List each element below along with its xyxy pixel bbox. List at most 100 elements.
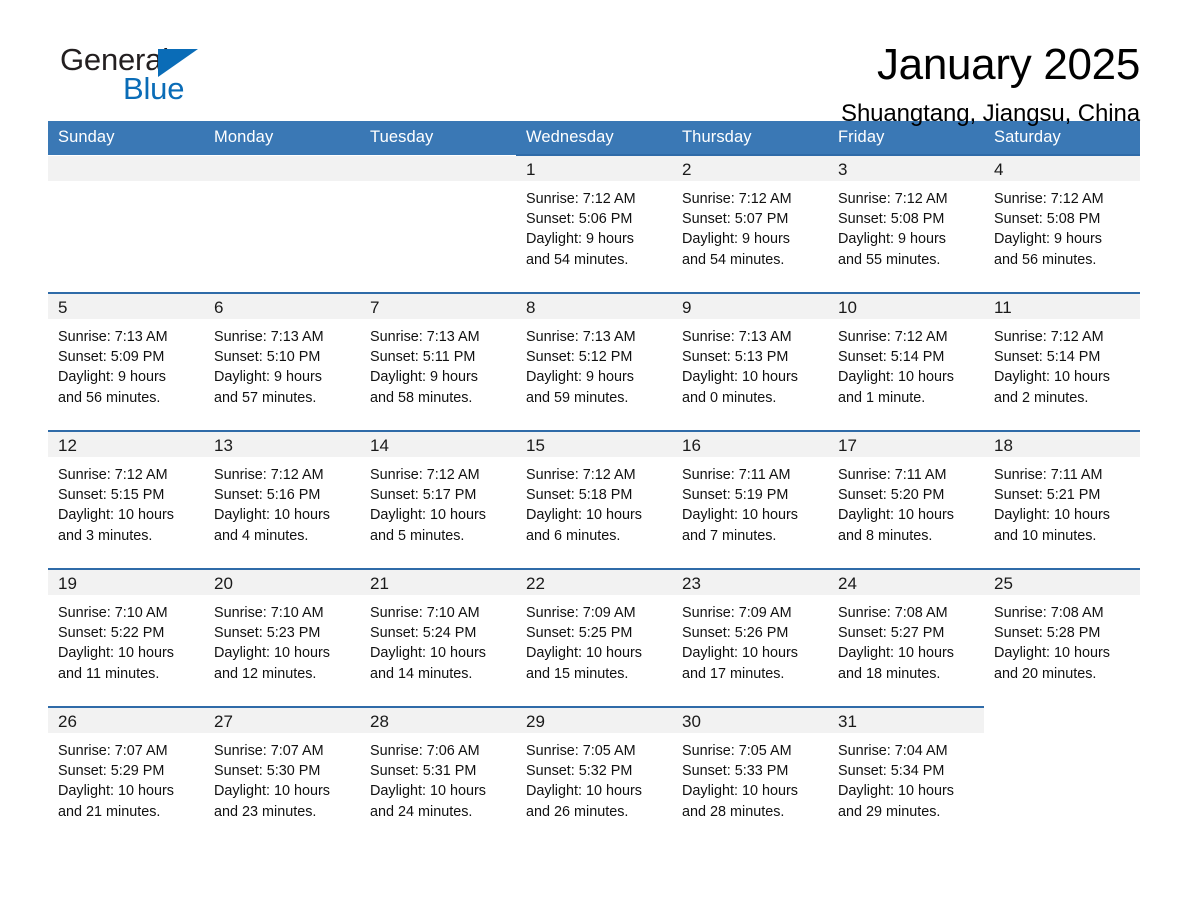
calendar-day-cell[interactable]: 27 Sunrise: 7:07 AM Sunset: 5:30 PM Dayligh… — [204, 706, 360, 834]
daylight-text-line1: Daylight: 10 hours — [214, 507, 330, 524]
calendar-day-cell[interactable]: 12 Sunrise: 7:12 AM Sunset: 5:15 PM Dayligh… — [48, 430, 204, 558]
calendar-day-cell[interactable]: 7 Sunrise: 7:13 AM Sunset: 5:11 PM Daylight… — [360, 292, 516, 420]
day-cell-inner — [360, 156, 516, 282]
calendar-day-cell[interactable]: 19 Sunrise: 7:10 AM Sunset: 5:22 PM Dayligh… — [48, 568, 204, 696]
sunset-text: Sunset: 5:08 PM — [838, 211, 945, 228]
daylight-text-line1: Daylight: 9 hours — [526, 231, 634, 248]
calendar-day-cell[interactable]: 13 Sunrise: 7:12 AM Sunset: 5:16 PM Dayligh… — [204, 430, 360, 558]
day-details: Sunrise: 7:04 AM Sunset: 5:34 PM Daylight:… — [828, 733, 984, 822]
day-details: Sunrise: 7:13 AM Sunset: 5:11 PM Daylight:… — [360, 319, 516, 408]
calendar-day-cell[interactable]: 10 Sunrise: 7:12 AM Sunset: 5:14 PM Dayligh… — [828, 292, 984, 420]
week-spacer — [48, 558, 1140, 569]
daylight-text-line1: Daylight: 10 hours — [682, 783, 798, 800]
day-details: Sunrise: 7:13 AM Sunset: 5:13 PM Daylight:… — [672, 319, 828, 408]
calendar-day-cell-empty — [360, 155, 516, 282]
daylight-text-line2: and 54 minutes. — [526, 251, 629, 268]
sunrise-text: Sunrise: 7:04 AM — [838, 743, 948, 759]
calendar-day-cell[interactable]: 22 Sunrise: 7:09 AM Sunset: 5:25 PM Dayligh… — [516, 568, 672, 696]
daylight-text-line2: and 3 minutes. — [58, 527, 153, 544]
sunrise-text: Sunrise: 7:12 AM — [994, 191, 1104, 207]
day-cell-inner: 6 Sunrise: 7:13 AM Sunset: 5:10 PM Daylight… — [204, 294, 360, 420]
calendar-day-cell[interactable]: 1 Sunrise: 7:12 AM Sunset: 5:06 PM Daylight… — [516, 154, 672, 282]
logo-text-blue: Blue — [123, 71, 185, 106]
daylight-text-line1: Daylight: 10 hours — [682, 645, 798, 662]
day-details: Sunrise: 7:11 AM Sunset: 5:21 PM Daylight:… — [984, 457, 1140, 546]
daylight-text-line1: Daylight: 10 hours — [58, 645, 174, 662]
general-blue-logo[interactable]: General Blue — [48, 42, 198, 112]
sunrise-text: Sunrise: 7:11 AM — [682, 467, 791, 483]
calendar-day-cell[interactable]: 9 Sunrise: 7:13 AM Sunset: 5:13 PM Daylight… — [672, 292, 828, 420]
calendar-day-cell[interactable]: 2 Sunrise: 7:12 AM Sunset: 5:07 PM Daylight… — [672, 154, 828, 282]
daylight-text-line2: and 17 minutes. — [682, 665, 785, 682]
week-spacer — [48, 696, 1140, 707]
day-cell-inner — [204, 156, 360, 282]
sunrise-text: Sunrise: 7:10 AM — [58, 605, 168, 621]
sunrise-text: Sunrise: 7:05 AM — [682, 743, 792, 759]
daylight-text-line1: Daylight: 10 hours — [838, 645, 954, 662]
day-details: Sunrise: 7:12 AM Sunset: 5:07 PM Daylight:… — [672, 181, 828, 270]
sunrise-text: Sunrise: 7:13 AM — [214, 329, 324, 345]
calendar-day-cell[interactable]: 18 Sunrise: 7:11 AM Sunset: 5:21 PM Dayligh… — [984, 430, 1140, 558]
day-cell-inner: 22 Sunrise: 7:09 AM Sunset: 5:25 PM Dayligh… — [516, 570, 672, 696]
sunset-text: Sunset: 5:24 PM — [370, 625, 477, 642]
calendar-day-cell[interactable]: 26 Sunrise: 7:07 AM Sunset: 5:29 PM Dayligh… — [48, 706, 204, 834]
calendar-day-cell[interactable]: 31 Sunrise: 7:04 AM Sunset: 5:34 PM Dayligh… — [828, 706, 984, 834]
calendar-day-cell[interactable]: 11 Sunrise: 7:12 AM Sunset: 5:14 PM Dayligh… — [984, 292, 1140, 420]
daylight-text-line2: and 57 minutes. — [214, 389, 317, 406]
sunrise-text: Sunrise: 7:08 AM — [994, 605, 1104, 621]
daylight-text-line2: and 11 minutes. — [58, 665, 160, 682]
day-cell-inner: 11 Sunrise: 7:12 AM Sunset: 5:14 PM Dayligh… — [984, 294, 1140, 420]
day-number: 22 — [516, 570, 672, 595]
calendar-day-cell[interactable]: 3 Sunrise: 7:12 AM Sunset: 5:08 PM Daylight… — [828, 154, 984, 282]
calendar-day-cell[interactable]: 29 Sunrise: 7:05 AM Sunset: 5:32 PM Dayligh… — [516, 706, 672, 834]
daylight-text-line1: Daylight: 10 hours — [838, 783, 954, 800]
sunrise-text: Sunrise: 7:07 AM — [214, 743, 324, 759]
day-details: Sunrise: 7:09 AM Sunset: 5:25 PM Daylight:… — [516, 595, 672, 684]
calendar-day-cell[interactable]: 16 Sunrise: 7:11 AM Sunset: 5:19 PM Dayligh… — [672, 430, 828, 558]
sunset-text: Sunset: 5:22 PM — [58, 625, 165, 642]
day-cell-inner: 5 Sunrise: 7:13 AM Sunset: 5:09 PM Daylight… — [48, 294, 204, 420]
day-number: 13 — [204, 432, 360, 457]
calendar-day-cell[interactable]: 28 Sunrise: 7:06 AM Sunset: 5:31 PM Dayligh… — [360, 706, 516, 834]
calendar-day-cell[interactable]: 23 Sunrise: 7:09 AM Sunset: 5:26 PM Dayligh… — [672, 568, 828, 696]
day-number: 9 — [672, 294, 828, 319]
daylight-text-line1: Daylight: 10 hours — [370, 507, 486, 524]
calendar-day-cell[interactable]: 17 Sunrise: 7:11 AM Sunset: 5:20 PM Dayligh… — [828, 430, 984, 558]
daylight-text-line2: and 21 minutes. — [58, 803, 161, 820]
day-cell-inner: 28 Sunrise: 7:06 AM Sunset: 5:31 PM Dayligh… — [360, 708, 516, 834]
day-number: 7 — [360, 294, 516, 319]
sunset-text: Sunset: 5:19 PM — [682, 487, 789, 504]
sunrise-text: Sunrise: 7:13 AM — [526, 329, 636, 345]
calendar-day-cell[interactable]: 4 Sunrise: 7:12 AM Sunset: 5:08 PM Daylight… — [984, 154, 1140, 282]
day-cell-inner: 26 Sunrise: 7:07 AM Sunset: 5:29 PM Dayligh… — [48, 708, 204, 834]
calendar-day-cell[interactable]: 25 Sunrise: 7:08 AM Sunset: 5:28 PM Dayligh… — [984, 568, 1140, 696]
day-number: 10 — [828, 294, 984, 319]
calendar-week-row: 12 Sunrise: 7:12 AM Sunset: 5:15 PM Dayligh… — [48, 430, 1140, 558]
daylight-text-line2: and 18 minutes. — [838, 665, 941, 682]
daylight-text-line2: and 24 minutes. — [370, 803, 473, 820]
calendar-day-cell[interactable]: 21 Sunrise: 7:10 AM Sunset: 5:24 PM Dayligh… — [360, 568, 516, 696]
sunrise-text: Sunrise: 7:13 AM — [58, 329, 168, 345]
calendar-day-cell[interactable]: 30 Sunrise: 7:05 AM Sunset: 5:33 PM Dayligh… — [672, 706, 828, 834]
calendar-day-cell[interactable]: 24 Sunrise: 7:08 AM Sunset: 5:27 PM Dayligh… — [828, 568, 984, 696]
sunrise-text: Sunrise: 7:10 AM — [214, 605, 324, 621]
calendar-day-cell[interactable]: 15 Sunrise: 7:12 AM Sunset: 5:18 PM Dayligh… — [516, 430, 672, 558]
daylight-text-line2: and 0 minutes. — [682, 389, 777, 406]
sunrise-text: Sunrise: 7:12 AM — [370, 467, 480, 483]
day-cell-inner: 4 Sunrise: 7:12 AM Sunset: 5:08 PM Daylight… — [984, 156, 1140, 282]
sunset-text: Sunset: 5:27 PM — [838, 625, 945, 642]
day-details: Sunrise: 7:13 AM Sunset: 5:10 PM Daylight:… — [204, 319, 360, 408]
day-number: 2 — [672, 156, 828, 181]
daylight-text-line1: Daylight: 10 hours — [58, 783, 174, 800]
sunset-text: Sunset: 5:11 PM — [370, 349, 476, 366]
day-number: 24 — [828, 570, 984, 595]
calendar-day-cell[interactable]: 5 Sunrise: 7:13 AM Sunset: 5:09 PM Daylight… — [48, 292, 204, 420]
calendar-day-cell-empty — [204, 155, 360, 282]
calendar-day-cell[interactable]: 20 Sunrise: 7:10 AM Sunset: 5:23 PM Dayligh… — [204, 568, 360, 696]
calendar-day-cell[interactable]: 8 Sunrise: 7:13 AM Sunset: 5:12 PM Daylight… — [516, 292, 672, 420]
day-details: Sunrise: 7:07 AM Sunset: 5:29 PM Daylight:… — [48, 733, 204, 822]
calendar-day-cell[interactable]: 14 Sunrise: 7:12 AM Sunset: 5:17 PM Dayligh… — [360, 430, 516, 558]
calendar-day-cell[interactable]: 6 Sunrise: 7:13 AM Sunset: 5:10 PM Daylight… — [204, 292, 360, 420]
daylight-text-line1: Daylight: 10 hours — [994, 507, 1110, 524]
day-details: Sunrise: 7:12 AM Sunset: 5:08 PM Daylight:… — [984, 181, 1140, 270]
